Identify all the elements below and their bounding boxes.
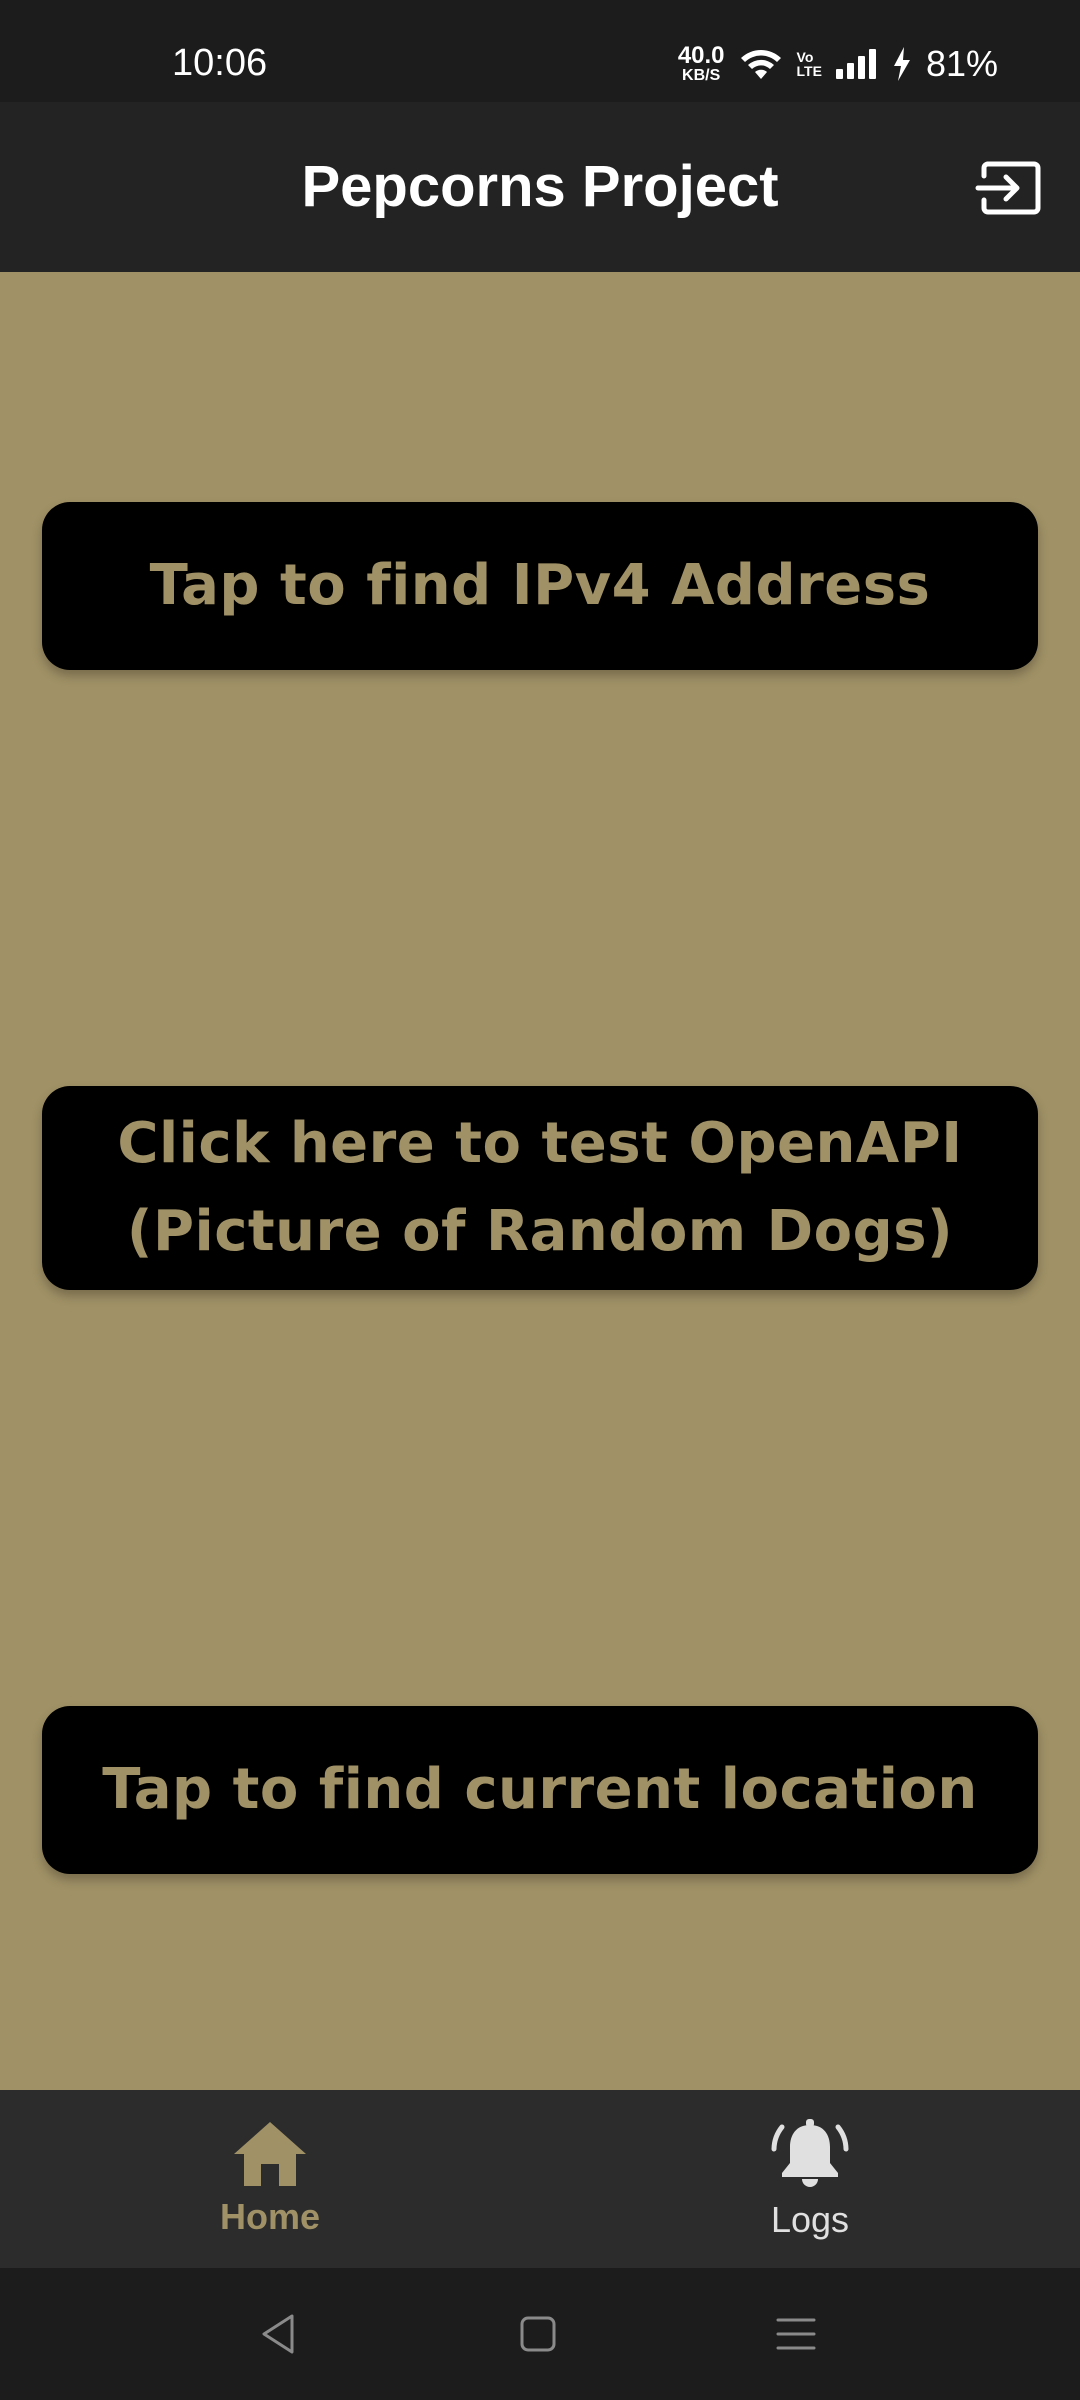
page-title: Pepcorns Project xyxy=(301,154,779,219)
home-icon xyxy=(234,2122,306,2186)
system-back-button[interactable] xyxy=(246,2302,310,2366)
test-openapi-button[interactable]: Click here to test OpenAPI (Picture of R… xyxy=(42,1086,1038,1290)
status-bar: 10:06 40.0 KB/S Vo LTE 81% xyxy=(0,0,1080,102)
nav-label-logs: Logs xyxy=(770,2199,850,2240)
system-home-button[interactable] xyxy=(506,2302,570,2366)
logout-button[interactable] xyxy=(972,158,1044,218)
screen: 10:06 40.0 KB/S Vo LTE 81% Pepcorns Proj… xyxy=(0,0,1080,2400)
menu-icon xyxy=(776,2318,816,2350)
home-square-icon xyxy=(520,2316,556,2352)
status-time: 10:06 xyxy=(172,42,268,84)
nav-item-logs[interactable]: Logs xyxy=(540,2090,1080,2268)
network-speed: 40.0 KB/S xyxy=(678,44,725,84)
system-nav-bar xyxy=(0,2268,1080,2400)
app-bar: Pepcorns Project xyxy=(0,102,1080,272)
back-icon xyxy=(262,2314,294,2354)
openapi-button-line2: (Picture of Random Dogs) xyxy=(126,1199,954,1264)
signal-icon xyxy=(835,49,876,79)
bell-icon xyxy=(771,2119,849,2187)
volte-bottom: LTE xyxy=(796,63,822,79)
charging-icon xyxy=(893,47,910,81)
network-speed-value: 40.0 xyxy=(677,42,725,69)
nav-item-home[interactable]: Home xyxy=(0,2090,540,2268)
logout-icon xyxy=(975,161,1041,215)
find-ipv4-button[interactable]: Tap to find IPv4 Address xyxy=(42,502,1038,670)
status-icons: 40.0 KB/S Vo LTE 81% xyxy=(678,43,998,84)
main-content: Tap to find IPv4 Address Click here to t… xyxy=(0,272,1080,2090)
nav-label-home: Home xyxy=(219,2196,321,2237)
volte-top: Vo xyxy=(796,49,814,65)
find-location-button[interactable]: Tap to find current location xyxy=(42,1706,1038,1874)
network-speed-unit: KB/S xyxy=(682,67,721,84)
openapi-button-line1: Click here to test OpenAPI xyxy=(117,1111,963,1176)
battery-percent: 81% xyxy=(925,43,998,84)
bottom-nav: Home Logs xyxy=(0,2090,1080,2268)
wifi-icon xyxy=(740,50,781,79)
system-menu-button[interactable] xyxy=(764,2302,828,2366)
volte-icon: Vo LTE xyxy=(797,50,822,78)
